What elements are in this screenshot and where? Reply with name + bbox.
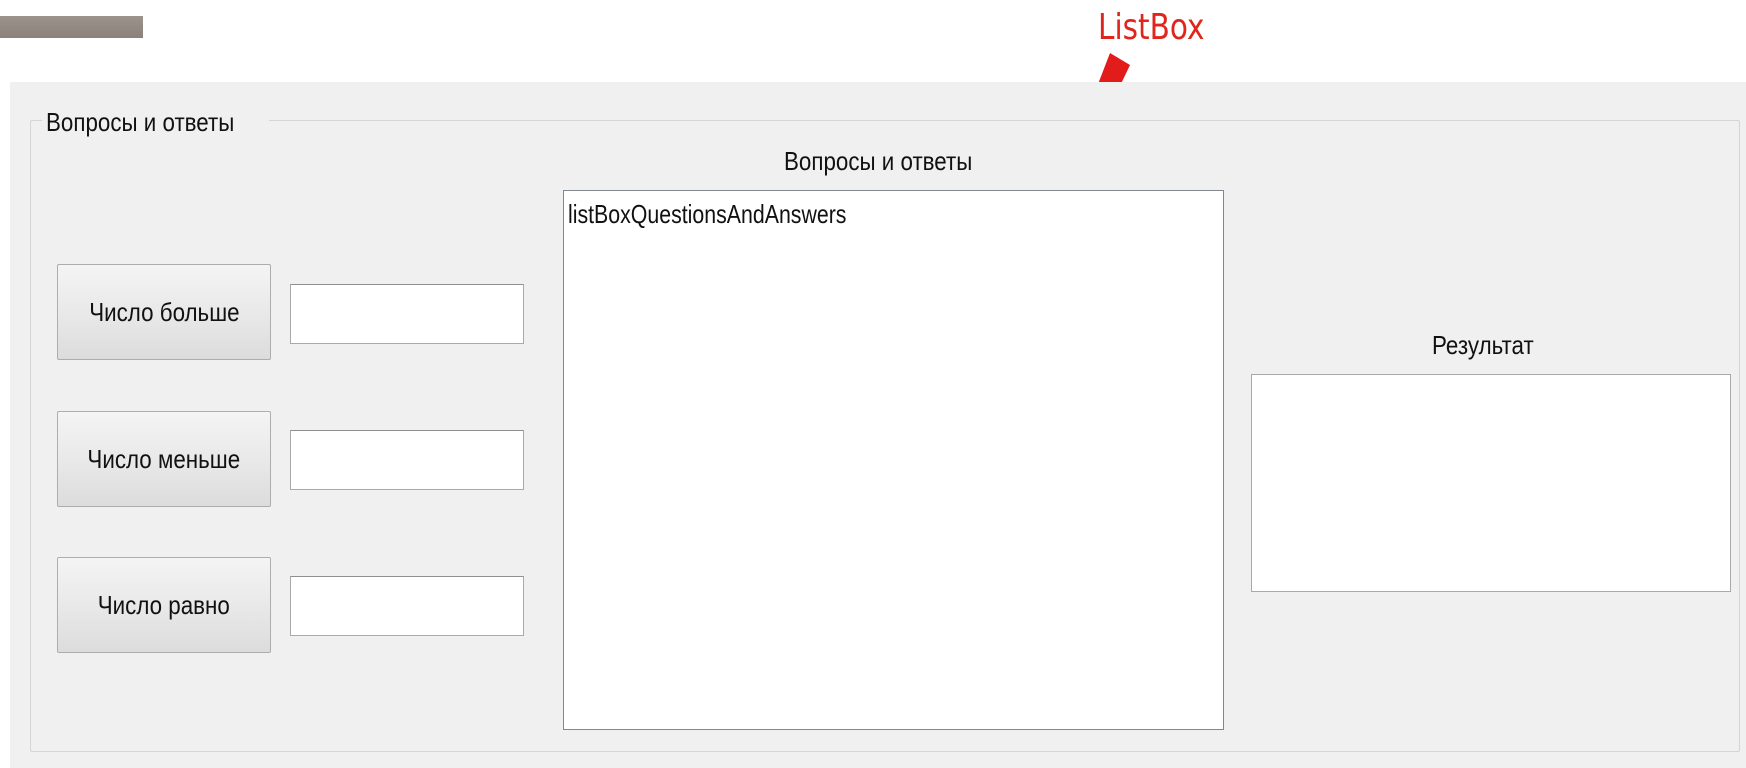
equal-input[interactable]	[290, 576, 524, 636]
number-less-button[interactable]: Число меньше	[57, 411, 271, 507]
result-output	[1251, 374, 1731, 592]
title-accent-bar	[0, 16, 143, 38]
less-input[interactable]	[290, 430, 524, 490]
list-item[interactable]: listBoxQuestionsAndAnswers	[568, 199, 846, 230]
number-greater-button[interactable]: Число больше	[57, 264, 271, 360]
greater-input[interactable]	[290, 284, 524, 344]
listbox-annotation-label: ListBox	[1098, 7, 1205, 48]
number-equal-button[interactable]: Число равно	[57, 557, 271, 653]
listbox-title: Вопросы и ответы	[784, 146, 973, 176]
result-label: Результат	[1431, 330, 1534, 360]
questions-answers-listbox[interactable]: listBoxQuestionsAndAnswers	[563, 190, 1224, 730]
groupbox-caption: Вопросы и ответы	[42, 104, 269, 140]
